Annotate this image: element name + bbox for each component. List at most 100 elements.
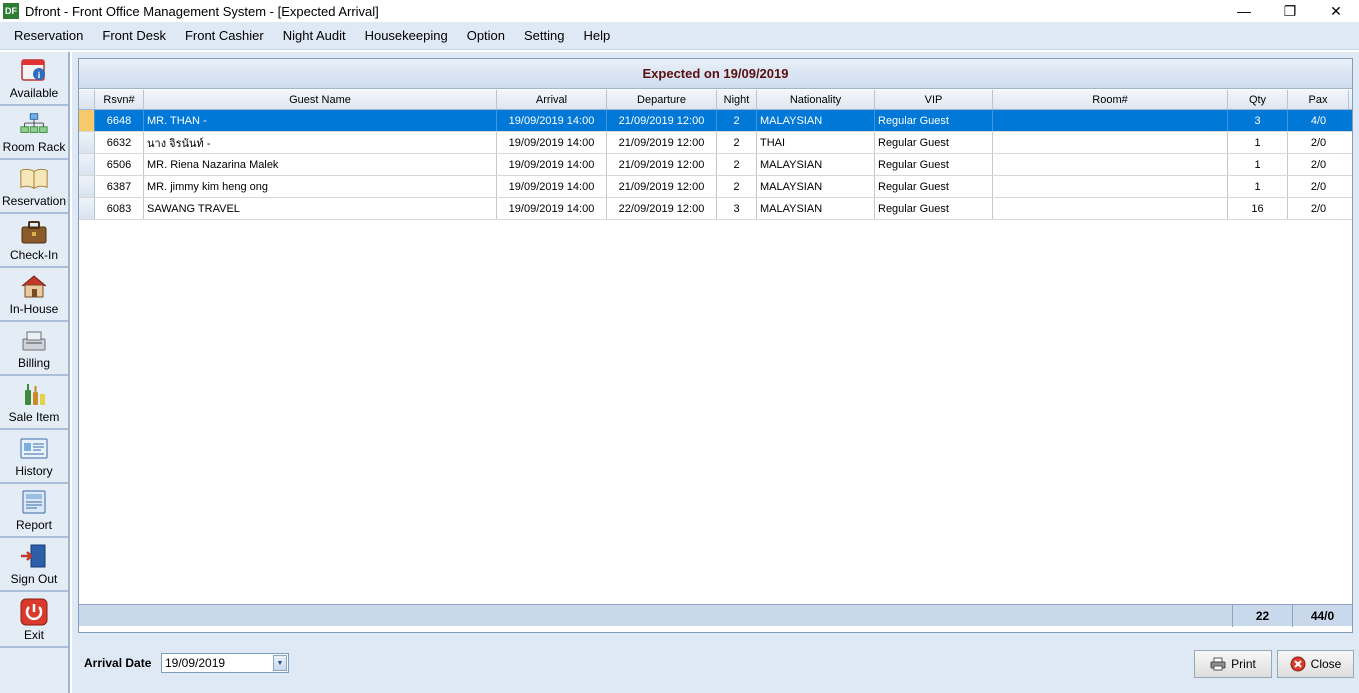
sidebar-item-report[interactable]: Report xyxy=(0,484,68,538)
cell-rsvn: 6506 xyxy=(95,154,144,175)
door-icon xyxy=(19,542,49,570)
cell-room xyxy=(993,154,1228,175)
cell-pax: 2/0 xyxy=(1310,158,1327,171)
sidebar-item-sign-out[interactable]: Sign Out xyxy=(0,538,68,592)
cell-rsvn: 6387 xyxy=(95,176,144,197)
sidebar-item-in-house[interactable]: In-House xyxy=(0,268,68,322)
row-indicator xyxy=(79,154,95,175)
cell-guest-name: MR. jimmy kim heng ong xyxy=(144,176,497,197)
footer-bar: Arrival Date 19/09/2019 ▼ Print Close xyxy=(78,641,1354,689)
cell-pax: 4/0 xyxy=(1310,114,1327,127)
column-header-nationality[interactable]: Nationality xyxy=(757,90,875,109)
sidebar-item-available[interactable]: i Available xyxy=(0,52,68,106)
row-indicator xyxy=(79,110,95,131)
menu-bar: Reservation Front Desk Front Cashier Nig… xyxy=(0,22,1359,50)
column-header-arrival[interactable]: Arrival xyxy=(497,90,607,109)
expected-arrival-panel: Expected on 19/09/2019 Rsvn# Guest Name … xyxy=(72,52,1359,693)
cell-guest-name: SAWANG TRAVEL xyxy=(144,198,497,219)
column-header-night[interactable]: Night xyxy=(717,90,757,109)
cell-nationality: MALAYSIAN xyxy=(757,110,875,131)
menu-front-cashier[interactable]: Front Cashier xyxy=(175,22,273,50)
arrivals-grid: Rsvn# Guest Name Arrival Departure Night… xyxy=(79,90,1352,220)
totals-row: 22 44/0 xyxy=(79,604,1352,627)
column-header-qty[interactable]: Qty xyxy=(1228,90,1288,109)
print-button[interactable]: Print xyxy=(1194,650,1272,678)
cell-qty: 1 xyxy=(1228,176,1288,197)
cell-night: 2 xyxy=(717,110,757,131)
cell-qty: 1 xyxy=(1228,154,1288,175)
arrival-date-picker[interactable]: 19/09/2019 ▼ xyxy=(161,653,289,673)
sidebar-item-label: Room Rack xyxy=(2,140,66,154)
menu-help[interactable]: Help xyxy=(574,22,620,50)
table-row[interactable]: 6506 MR. Riena Nazarina Malek 19/09/2019… xyxy=(79,154,1352,176)
sidebar-item-check-in[interactable]: Check-In xyxy=(0,214,68,268)
sidebar-item-reservation[interactable]: Reservation xyxy=(0,160,68,214)
chevron-down-icon[interactable]: ▼ xyxy=(273,655,287,671)
sidebar-item-label: Billing xyxy=(17,356,50,370)
menu-option[interactable]: Option xyxy=(457,22,514,50)
restore-button[interactable]: ❐ xyxy=(1267,0,1313,22)
sidebar-item-room-rack[interactable]: Room Rack xyxy=(0,106,68,160)
table-row[interactable]: 6648 MR. THAN - 19/09/2019 14:00 21/09/2… xyxy=(79,110,1352,132)
sidebar-item-sale-item[interactable]: Sale Item xyxy=(0,376,68,430)
total-qty: 22 xyxy=(1232,605,1292,627)
cell-arrival: 19/09/2019 14:00 xyxy=(497,198,607,219)
menu-reservation[interactable]: Reservation xyxy=(0,22,92,50)
app-logo-icon: DF xyxy=(3,3,19,19)
report-icon xyxy=(19,488,49,516)
column-header-room[interactable]: Room# xyxy=(993,90,1228,109)
power-icon xyxy=(19,598,49,626)
book-icon xyxy=(19,164,49,192)
cell-night: 2 xyxy=(717,154,757,175)
calendar-info-icon: i xyxy=(19,56,49,84)
sidebar-item-exit[interactable]: Exit xyxy=(0,592,68,648)
close-window-button[interactable]: ✕ xyxy=(1313,0,1359,22)
column-header-vip[interactable]: VIP xyxy=(875,90,993,109)
minimize-button[interactable]: — xyxy=(1221,0,1267,22)
cell-qty: 16 xyxy=(1228,198,1288,219)
sidebar-item-label: Report xyxy=(15,518,53,532)
cell-room xyxy=(993,110,1228,131)
table-row[interactable]: 6083 SAWANG TRAVEL 19/09/2019 14:00 22/0… xyxy=(79,198,1352,220)
sidebar-item-history[interactable]: History xyxy=(0,430,68,484)
window-title: Dfront - Front Office Management System … xyxy=(25,3,379,19)
row-indicator xyxy=(79,198,95,219)
sidebar-item-billing[interactable]: Billing xyxy=(0,322,68,376)
cell-departure: 21/09/2019 12:00 xyxy=(607,176,717,197)
cell-room xyxy=(993,176,1228,197)
cell-vip: Regular Guest xyxy=(875,154,993,175)
menu-front-desk[interactable]: Front Desk xyxy=(92,22,175,50)
cell-pax: 2/0 xyxy=(1310,202,1327,215)
cell-night: 2 xyxy=(717,132,757,153)
cell-guest-name: MR. Riena Nazarina Malek xyxy=(144,154,497,175)
sidebar: i Available Room Rack Reservation Check-… xyxy=(0,52,70,693)
cell-vip: Regular Guest xyxy=(875,110,993,131)
table-row[interactable]: 6387 MR. jimmy kim heng ong 19/09/2019 1… xyxy=(79,176,1352,198)
cell-guest-name: นาง จิรนันท์ - xyxy=(144,132,497,153)
printer-icon xyxy=(1210,657,1226,671)
sidebar-item-label: In-House xyxy=(9,302,59,316)
room-rack-icon xyxy=(19,110,49,138)
row-indicator xyxy=(79,132,95,153)
menu-night-audit[interactable]: Night Audit xyxy=(273,22,355,50)
column-header-pax[interactable]: Pax xyxy=(1288,90,1349,109)
sidebar-item-label: Check-In xyxy=(9,248,59,262)
cell-arrival: 19/09/2019 14:00 xyxy=(497,132,607,153)
table-row[interactable]: 6632 นาง จิรนันท์ - 19/09/2019 14:00 21/… xyxy=(79,132,1352,154)
menu-setting[interactable]: Setting xyxy=(514,22,573,50)
cell-rsvn: 6648 xyxy=(95,110,144,131)
close-button[interactable]: Close xyxy=(1277,650,1354,678)
cell-vip: Regular Guest xyxy=(875,198,993,219)
cell-departure: 22/09/2019 12:00 xyxy=(607,198,717,219)
sidebar-item-label: Exit xyxy=(23,628,44,642)
column-header-guest-name[interactable]: Guest Name xyxy=(144,90,497,109)
cell-rsvn: 6083 xyxy=(95,198,144,219)
menu-housekeeping[interactable]: Housekeeping xyxy=(355,22,457,50)
bottles-icon xyxy=(19,380,49,408)
cell-departure: 21/09/2019 12:00 xyxy=(607,154,717,175)
column-header-departure[interactable]: Departure xyxy=(607,90,717,109)
column-header-rsvn[interactable]: Rsvn# xyxy=(95,90,144,109)
history-card-icon xyxy=(19,434,49,462)
cell-nationality: MALAYSIAN xyxy=(757,154,875,175)
cell-nationality: THAI xyxy=(757,132,875,153)
